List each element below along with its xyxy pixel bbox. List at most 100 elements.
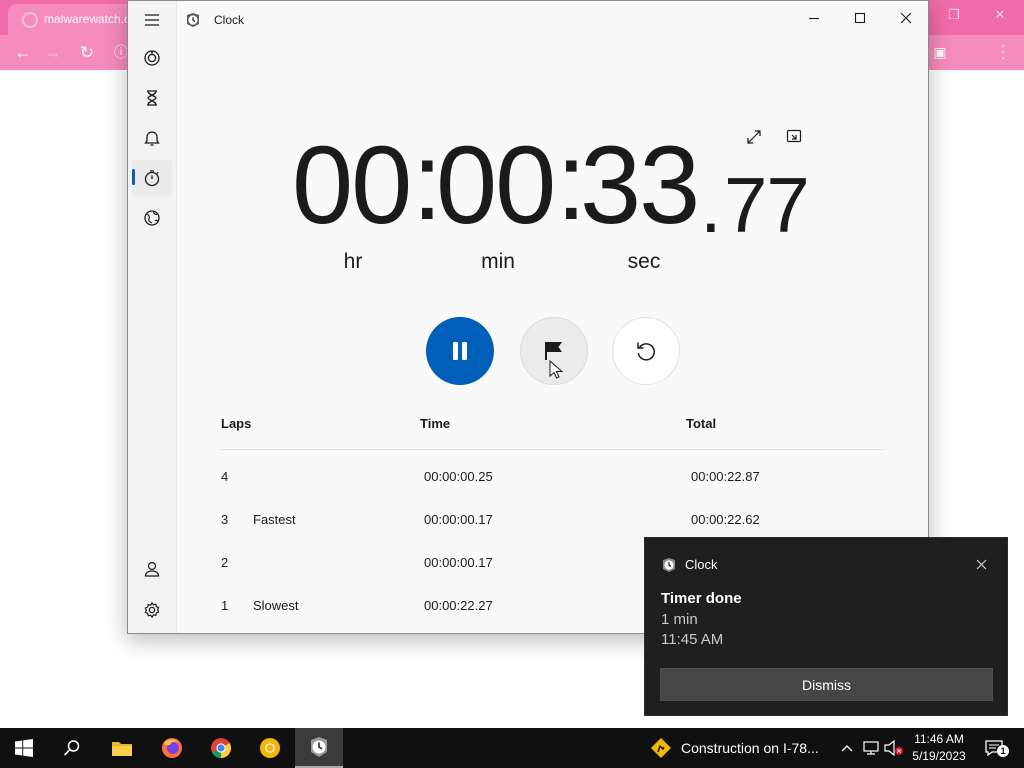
title-bar: Clock — [177, 1, 928, 37]
file-explorer-button[interactable] — [98, 728, 146, 768]
nav-item-alarm[interactable] — [132, 120, 172, 156]
sidebar-panel-icon[interactable]: ▣ — [925, 35, 955, 70]
toast-close-button[interactable] — [971, 554, 991, 574]
network-button[interactable] — [861, 738, 881, 758]
lap-number: 3 — [221, 512, 229, 527]
construction-warning-icon — [651, 738, 671, 758]
firefox-icon — [162, 738, 182, 758]
hours-unit-label: hr — [343, 250, 363, 273]
search-button[interactable] — [48, 728, 96, 768]
taskbar-clock[interactable]: 11:46 AM 5/19/2023 — [906, 731, 972, 765]
timer-notification-toast[interactable]: Clock Timer done 1 min 11:45 AM Dismiss — [644, 537, 1008, 716]
lap-tag: Fastest — [253, 512, 296, 527]
browser-menu-icon[interactable]: ⋮ — [988, 35, 1018, 70]
nav-item-settings[interactable] — [132, 592, 172, 628]
nav-item-world-clock[interactable] — [132, 200, 172, 236]
clock-app-icon — [185, 12, 201, 33]
minimize-icon — [809, 17, 819, 20]
tab-favicon-icon — [22, 12, 38, 28]
lap-button[interactable] — [520, 317, 588, 385]
lap-time: 00:00:00.25 — [424, 469, 493, 484]
minimize-button[interactable] — [791, 1, 837, 35]
chrome-icon — [211, 738, 232, 759]
alarm-icon — [144, 131, 160, 146]
firefox-button[interactable] — [148, 728, 196, 768]
clock-taskbar-button[interactable] — [295, 728, 343, 768]
reset-icon — [637, 342, 655, 361]
fraction-value: 77 — [724, 161, 810, 249]
notification-count-badge: 1 — [997, 745, 1009, 757]
timer-icon — [147, 90, 157, 106]
lap-tag: Slowest — [253, 598, 299, 613]
taskbar: Construction on I-78... 11:46 AM 5/19/20… — [0, 728, 1024, 768]
nav-rail — [128, 1, 177, 633]
lap-total: 00:00:22.62 — [691, 512, 760, 527]
search-icon — [63, 740, 80, 756]
time-header: Time — [420, 416, 451, 431]
expand-icon — [747, 130, 761, 144]
forward-arrow-icon[interactable]: → — [38, 35, 68, 70]
nav-item-focus-sessions[interactable] — [132, 40, 172, 76]
volume-button[interactable] — [884, 738, 904, 758]
toast-time: 11:45 AM — [661, 631, 724, 648]
lap-number: 4 — [221, 469, 229, 484]
focus-sessions-icon — [144, 50, 160, 66]
back-arrow-icon[interactable]: ← — [8, 35, 38, 70]
laps-divider — [221, 449, 885, 450]
seconds-value: 33 — [580, 124, 700, 247]
minutes-value: 00 — [436, 124, 556, 247]
chrome-button[interactable] — [197, 728, 245, 768]
lap-number: 1 — [221, 598, 229, 613]
close-button[interactable] — [883, 1, 928, 35]
chevron-up-icon — [841, 745, 853, 752]
toast-title: Timer done — [661, 590, 742, 607]
pause-icon — [453, 342, 467, 360]
toast-app-name: Clock — [685, 557, 718, 572]
chrome-canary-icon — [260, 738, 280, 758]
browser-close-icon[interactable]: ✕ — [980, 4, 1020, 26]
pause-button[interactable] — [426, 317, 494, 385]
news-text: Construction on I-78... — [681, 740, 819, 756]
decimal-point: . — [700, 161, 722, 249]
seconds-unit-label: sec — [627, 250, 661, 273]
settings-icon — [144, 601, 160, 619]
toast-duration: 1 min — [661, 611, 698, 628]
compact-overlay-icon — [786, 129, 802, 143]
nav-item-timer[interactable] — [132, 80, 172, 116]
clock-app-icon — [661, 557, 677, 578]
hours-value: 00 — [292, 124, 412, 247]
network-icon — [863, 741, 879, 755]
nav-item-account[interactable] — [132, 551, 172, 587]
mouse-cursor-icon — [549, 360, 563, 379]
lap-time: 00:00:22.27 — [424, 598, 493, 613]
stopwatch-icon — [144, 170, 160, 187]
show-hidden-icons-button[interactable] — [837, 738, 857, 758]
close-icon — [976, 559, 986, 569]
window-title: Clock — [214, 13, 245, 27]
lap-time: 00:00:00.17 — [424, 512, 493, 527]
windows-logo-icon — [15, 739, 33, 757]
reset-button[interactable] — [612, 317, 680, 385]
taskbar-time: 11:46 AM — [914, 732, 964, 746]
taskbar-date: 5/19/2023 — [912, 749, 966, 763]
lap-time: 00:00:00.17 — [424, 555, 493, 570]
hamburger-menu-icon[interactable] — [132, 2, 172, 38]
world-clock-icon — [144, 210, 160, 226]
browser-tab-title: malwarewatch.c — [44, 12, 131, 26]
start-button[interactable] — [0, 728, 48, 768]
browser-restore-icon[interactable]: ❐ — [934, 4, 974, 26]
news-widget[interactable]: Construction on I-78... — [650, 728, 819, 768]
clock-app-icon — [311, 737, 327, 757]
dismiss-button[interactable]: Dismiss — [660, 668, 993, 701]
keep-on-top-button[interactable] — [780, 123, 808, 151]
account-icon — [144, 561, 160, 577]
maximize-icon — [854, 12, 866, 24]
reload-icon[interactable]: ↻ — [72, 35, 102, 70]
maximize-button[interactable] — [837, 1, 883, 35]
close-icon — [900, 12, 912, 24]
nav-item-stopwatch[interactable] — [132, 160, 172, 196]
lap-total: 00:00:22.87 — [691, 469, 760, 484]
expand-button[interactable] — [740, 123, 768, 151]
chrome-canary-button[interactable] — [246, 728, 294, 768]
total-header: Total — [686, 416, 717, 431]
